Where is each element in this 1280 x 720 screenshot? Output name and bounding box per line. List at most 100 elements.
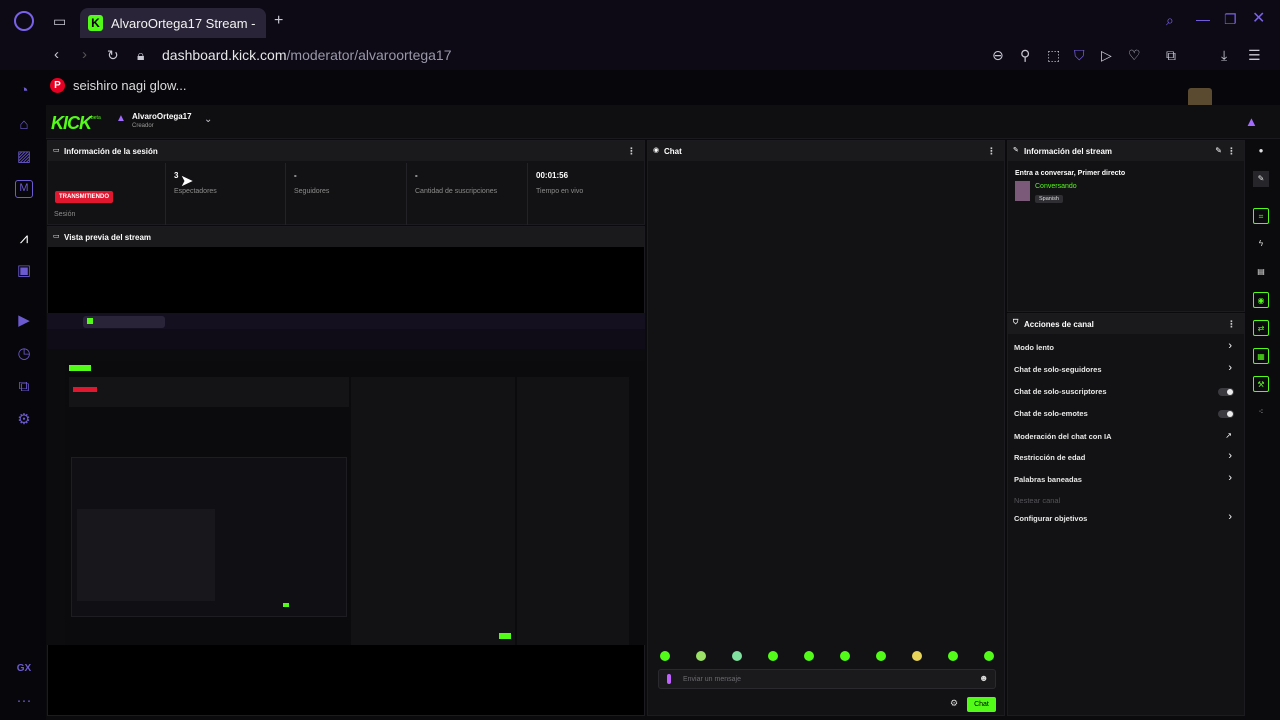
stream-info-menu-icon[interactable]: ⋮	[1227, 146, 1236, 157]
settings-icon[interactable]: ⚙	[15, 411, 33, 429]
chevron-right-icon[interactable]: ›	[1228, 511, 1232, 523]
close-window-button[interactable]: ✕	[1252, 11, 1265, 27]
action-label: Chat de solo-emotes	[1014, 409, 1088, 418]
browser-titlebar: ▭ K AlvaroOrtega17 Stream - K + ⌕ — ❐ ✕	[0, 0, 1280, 42]
chevron-right-icon[interactable]: ›	[1228, 472, 1232, 484]
chevron-right-icon[interactable]: ›	[1228, 362, 1232, 374]
play-icon[interactable]: ▷	[1101, 48, 1112, 62]
stream-title: Entra a conversar, Primer directo	[1015, 170, 1126, 177]
mail-icon[interactable]: M	[15, 180, 33, 198]
preview-nested-green	[283, 603, 289, 607]
raid-button[interactable]: ⇄	[1253, 320, 1269, 336]
chat-menu-icon[interactable]: ⋮	[987, 146, 996, 157]
clip-button[interactable]: ⌗	[1253, 208, 1269, 224]
session-info-header: ▭ Información de la sesión ⋮	[48, 141, 644, 161]
emote-item[interactable]	[984, 651, 994, 661]
emote-item[interactable]	[804, 651, 814, 661]
pin-icon[interactable]: ⚲	[1020, 48, 1030, 62]
mouse-cursor: ➤	[180, 173, 194, 190]
channel-actions-menu-icon[interactable]: ⋮	[1227, 319, 1236, 330]
vpn-shield-icon[interactable]: ⛉	[1074, 48, 1085, 62]
tab-islands-icon[interactable]: ▭	[53, 14, 66, 28]
kick-sidebar-icon[interactable]: ⩘	[15, 230, 33, 248]
preview-icon: ▭	[53, 233, 60, 240]
viewers-value: 3	[174, 171, 179, 180]
live-time-stat: 00:01:56 Tiempo en vivo	[528, 163, 646, 225]
url-path: /moderator/alvaroortega17	[286, 47, 452, 63]
chat-title: Chat	[664, 147, 682, 156]
download-icon[interactable]: ⤓	[1221, 48, 1227, 62]
news-icon[interactable]: ▨	[15, 148, 33, 166]
chevron-right-icon[interactable]: ›	[1228, 450, 1232, 462]
action-label: Palabras baneadas	[1014, 475, 1082, 484]
reload-button[interactable]: ↻	[107, 48, 119, 62]
tools-button[interactable]: ⚒	[1253, 376, 1269, 392]
bookmark-pinterest[interactable]: P seishiro nagi glow...	[50, 78, 186, 93]
preview-live-badge	[73, 387, 97, 392]
session-menu-icon[interactable]: ⋮	[627, 146, 636, 157]
bag-icon[interactable]: ⌂	[15, 116, 33, 134]
bookmark-label: seishiro nagi glow...	[73, 78, 187, 93]
chevron-right-icon[interactable]: ›	[1228, 340, 1232, 352]
subscriptions-label: Cantidad de suscripciones	[415, 188, 498, 195]
speed-dial-icon[interactable]: ◔	[15, 82, 33, 100]
heart-icon[interactable]: ♡	[1128, 48, 1141, 62]
stream-preview-video	[47, 313, 645, 645]
edit-button[interactable]: ✎	[1253, 171, 1269, 187]
emote-item[interactable]	[912, 651, 922, 661]
emote-item[interactable]	[660, 651, 670, 661]
twitch-icon[interactable]: ▣	[15, 262, 33, 280]
emote-item[interactable]	[696, 651, 706, 661]
category-thumbnail[interactable]	[1015, 181, 1030, 201]
chevron-down-icon[interactable]: ⌄	[204, 115, 212, 125]
gx-label[interactable]: GX	[15, 660, 33, 678]
connections-button[interactable]: ⁖	[1253, 404, 1269, 420]
emote-item[interactable]	[948, 651, 958, 661]
more-icon[interactable]: ···	[15, 692, 33, 710]
url-field[interactable]: dashboard.kick.com/moderator/alvaroorteg…	[162, 47, 452, 63]
emotes-only-toggle[interactable]	[1218, 410, 1234, 418]
emote-item[interactable]	[840, 651, 850, 661]
emote-item[interactable]	[876, 651, 886, 661]
opera-logo-icon[interactable]	[14, 11, 34, 31]
live-time-value: 00:01:56	[536, 171, 569, 180]
subscriptions-stat: - Cantidad de suscripciones	[407, 163, 528, 225]
edit-icon[interactable]: ✎	[1215, 146, 1222, 155]
history-icon[interactable]: ◷	[15, 345, 33, 363]
maximize-button[interactable]: ❐	[1224, 12, 1237, 26]
player-icon[interactable]: ▶	[15, 312, 33, 330]
menu-icon[interactable]: ☰	[1248, 48, 1261, 62]
wrench-icon: ✎	[1013, 147, 1019, 154]
preview-urlbar	[47, 329, 645, 349]
snapshot-icon[interactable]: ⬚	[1047, 48, 1060, 62]
new-tab-button[interactable]: +	[274, 13, 283, 29]
bolt-button[interactable]: ϟ	[1253, 236, 1269, 252]
forward-button[interactable]: ›	[82, 47, 87, 62]
info-button[interactable]: ●	[1253, 143, 1269, 159]
chat-input[interactable]: Enviar un mensaje ☻	[658, 669, 996, 689]
emote-item[interactable]	[768, 651, 778, 661]
back-button[interactable]: ‹	[54, 47, 59, 62]
emote-item[interactable]	[732, 651, 742, 661]
emoji-picker-icon[interactable]: ☻	[979, 673, 988, 683]
action-label: Restricción de edad	[1014, 453, 1086, 462]
notes-button[interactable]: ▤	[1253, 264, 1269, 280]
browser-tab-active[interactable]: K AlvaroOrtega17 Stream - K	[80, 8, 266, 38]
chat-bubble-icon: ◉	[653, 147, 660, 154]
channel-switcher[interactable]: ▲ AlvaroOrtega17 Creador	[116, 112, 192, 129]
queue-button[interactable]: ▦	[1253, 348, 1269, 364]
kick-logo[interactable]: KICK	[51, 113, 92, 134]
chat-settings-icon[interactable]: ⚙	[950, 698, 958, 709]
kick-brand-icon[interactable]: ▲	[1245, 114, 1258, 129]
chat-send-button[interactable]: Chat	[967, 697, 996, 712]
category-name[interactable]: Conversando	[1035, 183, 1077, 190]
external-link-icon[interactable]: ↗	[1225, 431, 1232, 440]
extensions-icon[interactable]: ⧉	[1166, 48, 1176, 62]
chat-toggle-button[interactable]: ◉	[1253, 292, 1269, 308]
subscribers-only-toggle[interactable]	[1218, 388, 1234, 396]
stream-info-header: ✎ Información del stream ✎ ⋮	[1008, 141, 1244, 161]
extensions-sidebar-icon[interactable]: ⧉	[15, 378, 33, 396]
search-icon[interactable]: ⌕	[1166, 13, 1174, 27]
minimize-button[interactable]: —	[1196, 12, 1210, 26]
zoom-out-icon[interactable]: ⊖	[992, 48, 1004, 62]
